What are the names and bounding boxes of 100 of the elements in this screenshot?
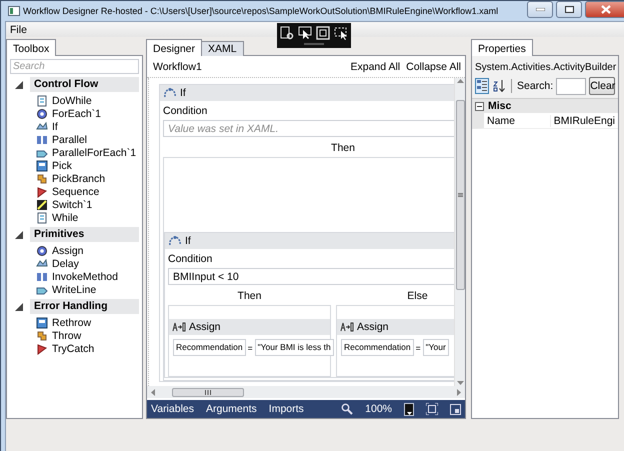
- toolbox-item[interactable]: Rethrow: [36, 316, 92, 329]
- caret-icon: [406, 412, 412, 414]
- if-icon: [168, 235, 182, 247]
- toolbox-item[interactable]: ForEach`1: [36, 107, 102, 120]
- selection-icon: [334, 26, 348, 40]
- window-icon: [36, 316, 48, 328]
- breadcrumb: Workflow1: [153, 60, 203, 72]
- toolbox-item[interactable]: DoWhile: [36, 94, 92, 107]
- minimize-button[interactable]: [527, 1, 553, 18]
- vertical-scrollbar[interactable]: [454, 78, 465, 386]
- category-header[interactable]: Control Flow: [30, 77, 139, 92]
- branch-label: Then: [236, 290, 262, 303]
- toolbox-item[interactable]: Pick: [36, 159, 72, 172]
- minimize-icon: [536, 8, 544, 11]
- properties-tab[interactable]: Properties: [471, 39, 533, 56]
- toolbox-item[interactable]: TryCatch: [36, 342, 94, 355]
- toolbar-button[interactable]: [298, 26, 312, 40]
- toolbox-item[interactable]: Sequence: [36, 185, 100, 198]
- horizontal-scrollbar[interactable]: [147, 386, 465, 398]
- zoom-dropdown[interactable]: [404, 402, 414, 416]
- menu-item[interactable]: File: [6, 22, 31, 37]
- grip-icon: [205, 390, 211, 394]
- toolbox-tab[interactable]: Toolbox: [6, 39, 56, 56]
- overview-button[interactable]: [450, 404, 461, 414]
- search-label: Search:: [517, 80, 554, 92]
- document-icon: [36, 212, 48, 224]
- condition-label: Condition: [163, 105, 208, 118]
- toolbar-button[interactable]: [316, 26, 330, 40]
- toolbox-item[interactable]: Throw: [36, 329, 82, 342]
- branch-label: Else: [406, 290, 429, 303]
- activity-title: Assign: [357, 321, 389, 333]
- panel-tab[interactable]: Variables: [151, 403, 194, 415]
- assign-target-field[interactable]: Recommendation: [341, 339, 414, 356]
- fit-to-screen-button[interactable]: [426, 403, 438, 415]
- assign-icon: [340, 322, 354, 332]
- toolbox-item[interactable]: Parallel: [36, 133, 88, 146]
- categorized-icon: [477, 80, 487, 92]
- toolbox-item[interactable]: ParallelForEach`1: [36, 146, 136, 159]
- close-button[interactable]: [585, 1, 624, 18]
- toolbar-button[interactable]: [334, 26, 348, 40]
- object-type-name: System.Activities.ActivityBuilder: [472, 56, 618, 75]
- sort-button[interactable]: [475, 78, 489, 94]
- activity-title: Assign: [189, 321, 221, 333]
- sort-icon: [493, 80, 505, 92]
- activity-title: If: [180, 87, 186, 99]
- view-tab[interactable]: Designer: [146, 39, 202, 56]
- clear-button[interactable]: Clear: [589, 77, 615, 95]
- cursor-icon: [298, 26, 312, 40]
- overview-icon: [450, 404, 461, 414]
- window-icon: [36, 160, 48, 172]
- parallel-icon: [36, 270, 48, 282]
- condition-field[interactable]: Value was set in XAML.: [163, 120, 454, 137]
- scroll-up-icon: [456, 78, 464, 84]
- toolbox-item[interactable]: Delay: [36, 257, 79, 270]
- pen-icon: [36, 198, 48, 210]
- panel-tab[interactable]: Imports: [268, 403, 304, 415]
- sort-button[interactable]: [492, 78, 506, 94]
- zoom-level: 100%: [365, 403, 392, 415]
- toolbox-item[interactable]: While: [36, 211, 78, 224]
- search-field[interactable]: Search: [10, 59, 139, 74]
- property-value[interactable]: BMIRuleEngi: [550, 114, 618, 126]
- frame-icon: [316, 26, 330, 40]
- toolbar-link[interactable]: Collapse All: [406, 60, 461, 72]
- assign-value-field[interactable]: "Your: [422, 339, 449, 356]
- toolbox-item[interactable]: Switch`1: [36, 198, 92, 211]
- condition-field[interactable]: BMIInput < 10: [168, 268, 454, 285]
- property-name: Name: [484, 114, 551, 126]
- assign-target-field[interactable]: Recommendation: [173, 339, 246, 356]
- toolbox-item[interactable]: If: [36, 120, 58, 133]
- grip-icon: [458, 193, 462, 197]
- scroll-right-icon: [456, 388, 462, 396]
- category-header[interactable]: Error Handling: [30, 299, 139, 314]
- branch-label: Then: [330, 142, 356, 155]
- condition-label: Condition: [168, 253, 214, 266]
- close-icon: [601, 5, 611, 14]
- assign-icon: [172, 322, 186, 332]
- scroll-left-icon: [150, 388, 156, 396]
- toolbar-button[interactable]: [280, 26, 294, 40]
- maximize-button[interactable]: [556, 1, 582, 18]
- fit-screen-icon: [426, 403, 438, 415]
- toolbox-item[interactable]: WriteLine: [36, 283, 96, 296]
- toolbox-item[interactable]: Assign: [36, 244, 84, 257]
- app-icon: [8, 6, 20, 16]
- window-title: Workflow Designer Re-hosted - C:\Users\[User]\source\repos\SampleWorkOutSolution\BMIRuleEngine\Workflow1.xaml: [23, 6, 498, 16]
- document-icon: [36, 94, 48, 106]
- equals-sign: =: [248, 342, 253, 352]
- panel-tab[interactable]: Arguments: [206, 403, 257, 415]
- search-field[interactable]: [556, 78, 586, 94]
- view-tab[interactable]: XAML: [201, 41, 244, 56]
- parallel-icon: [36, 134, 48, 146]
- equals-sign: =: [416, 342, 421, 352]
- activity-title: If: [185, 235, 191, 247]
- toolbox-item[interactable]: PickBranch: [36, 172, 106, 185]
- category-header[interactable]: Primitives: [30, 227, 139, 242]
- assign-value-field[interactable]: "Your BMI is less th: [254, 339, 334, 356]
- if-icon: [163, 87, 177, 99]
- maximize-icon: [564, 6, 574, 13]
- document-gear-icon: [280, 26, 294, 40]
- toolbox-item[interactable]: InvokeMethod: [36, 270, 118, 283]
- toolbar-link[interactable]: Expand All: [350, 60, 400, 72]
